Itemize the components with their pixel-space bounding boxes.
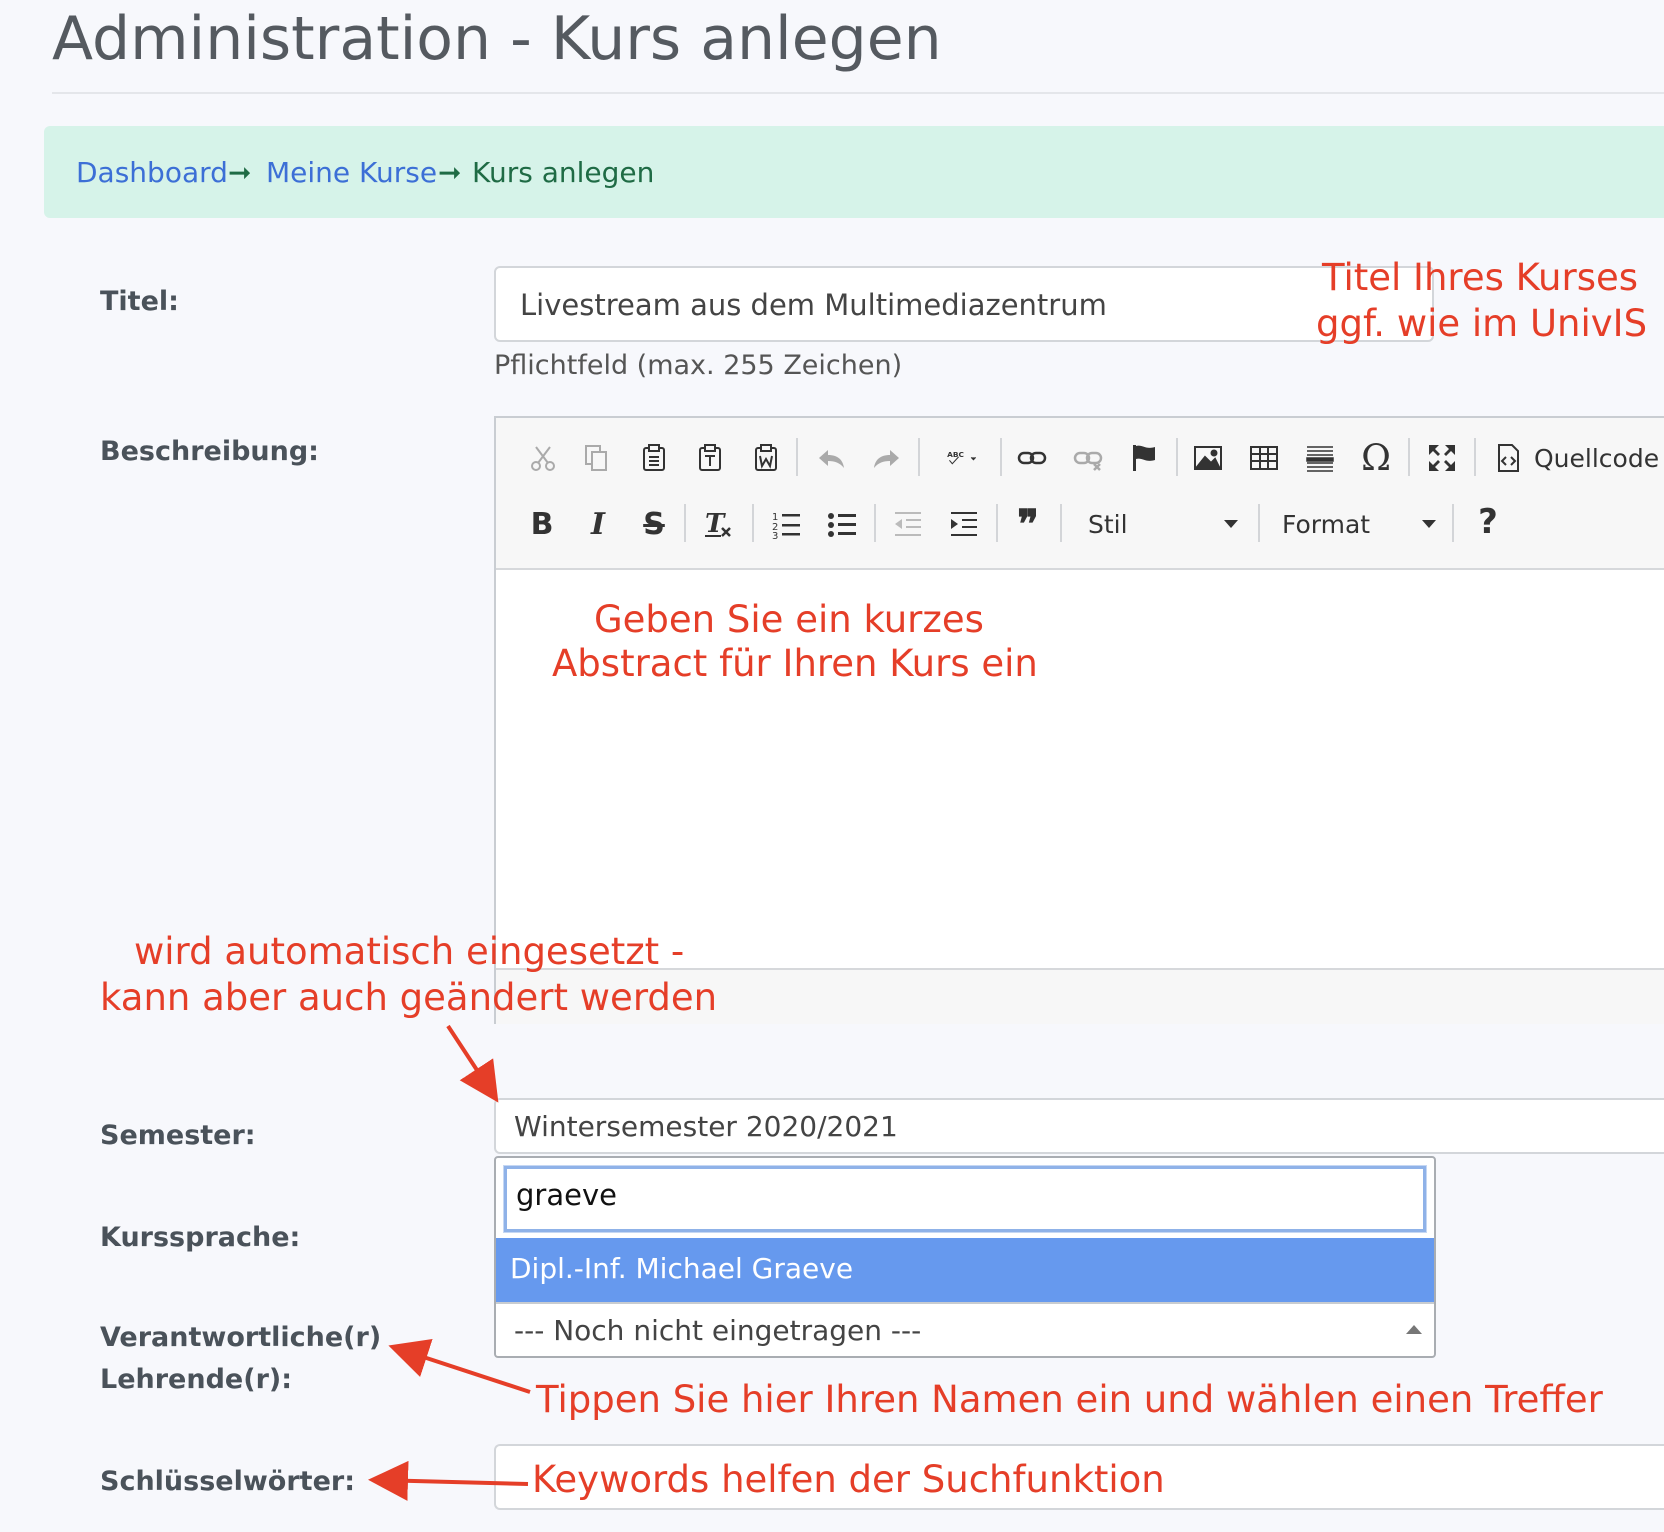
arrow-lehrende [388, 1338, 531, 1394]
arrow-keywords [368, 1460, 529, 1501]
annotation-arrows [368, 1024, 531, 1501]
arrow-semester [446, 1024, 499, 1103]
